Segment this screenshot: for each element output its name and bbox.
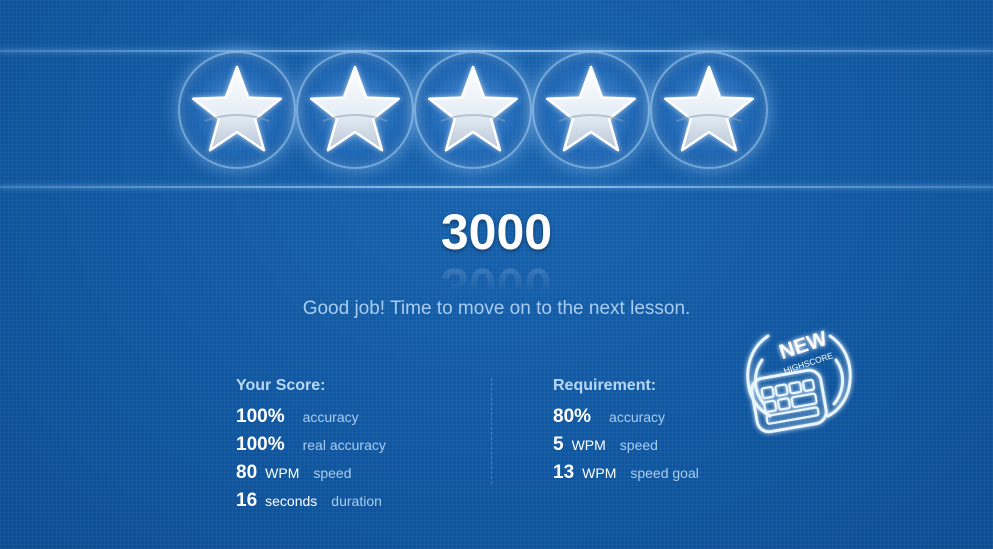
stat-label: accuracy — [302, 409, 359, 425]
your-score-row-duration: 16 seconds duration — [236, 490, 382, 512]
star-icon — [532, 51, 650, 169]
wing-right — [826, 334, 852, 418]
requirement-row-speed-goal: 13 WPM speed goal — [553, 462, 699, 484]
star-icon — [414, 51, 532, 169]
star-rating — [0, 0, 993, 200]
star-icon — [650, 51, 768, 169]
requirement-row-accuracy: 80% accuracy — [553, 406, 665, 428]
column-divider — [491, 378, 492, 484]
stat-value: 16 — [236, 490, 258, 511]
your-score-row-speed: 80 WPM speed — [236, 462, 352, 484]
star-icon — [296, 51, 414, 169]
your-score-row-real-accuracy: 100% real accuracy — [236, 434, 386, 456]
star-icon — [178, 51, 296, 169]
stat-label: accuracy — [609, 409, 666, 425]
your-score-row-accuracy: 100% accuracy — [236, 406, 359, 428]
your-score-title: Your Score: — [236, 377, 326, 394]
stat-unit: WPM — [265, 465, 300, 481]
stat-label: speed — [619, 437, 658, 453]
score-value: 3000 — [440, 204, 553, 260]
stat-value: 80% — [553, 406, 592, 427]
star-shape — [661, 63, 757, 154]
stat-label: duration — [331, 493, 382, 509]
star-shape — [307, 63, 403, 154]
badge-graphic: NEW HIGHSCORE — [746, 327, 852, 434]
star-shape — [543, 63, 639, 154]
requirement-row-speed: 5 WPM speed — [553, 434, 658, 456]
wing-right-inner — [832, 358, 844, 406]
star-shape — [425, 63, 521, 154]
stat-value: 100% — [236, 406, 285, 427]
star-shape — [189, 63, 285, 154]
stat-label: real accuracy — [302, 437, 386, 453]
stat-label: speed — [313, 465, 352, 481]
stat-unit: WPM — [571, 437, 606, 453]
stat-value: 80 — [236, 462, 258, 483]
stat-value: 100% — [236, 434, 285, 455]
new-highscore-badge: NEW HIGHSCORE — [738, 308, 858, 440]
stat-value: 5 — [553, 434, 564, 455]
stat-unit: seconds — [265, 493, 318, 509]
stat-label: speed goal — [630, 465, 699, 481]
stat-unit: WPM — [582, 465, 617, 481]
stat-value: 13 — [553, 462, 575, 483]
requirement-title: Requirement: — [553, 377, 657, 394]
